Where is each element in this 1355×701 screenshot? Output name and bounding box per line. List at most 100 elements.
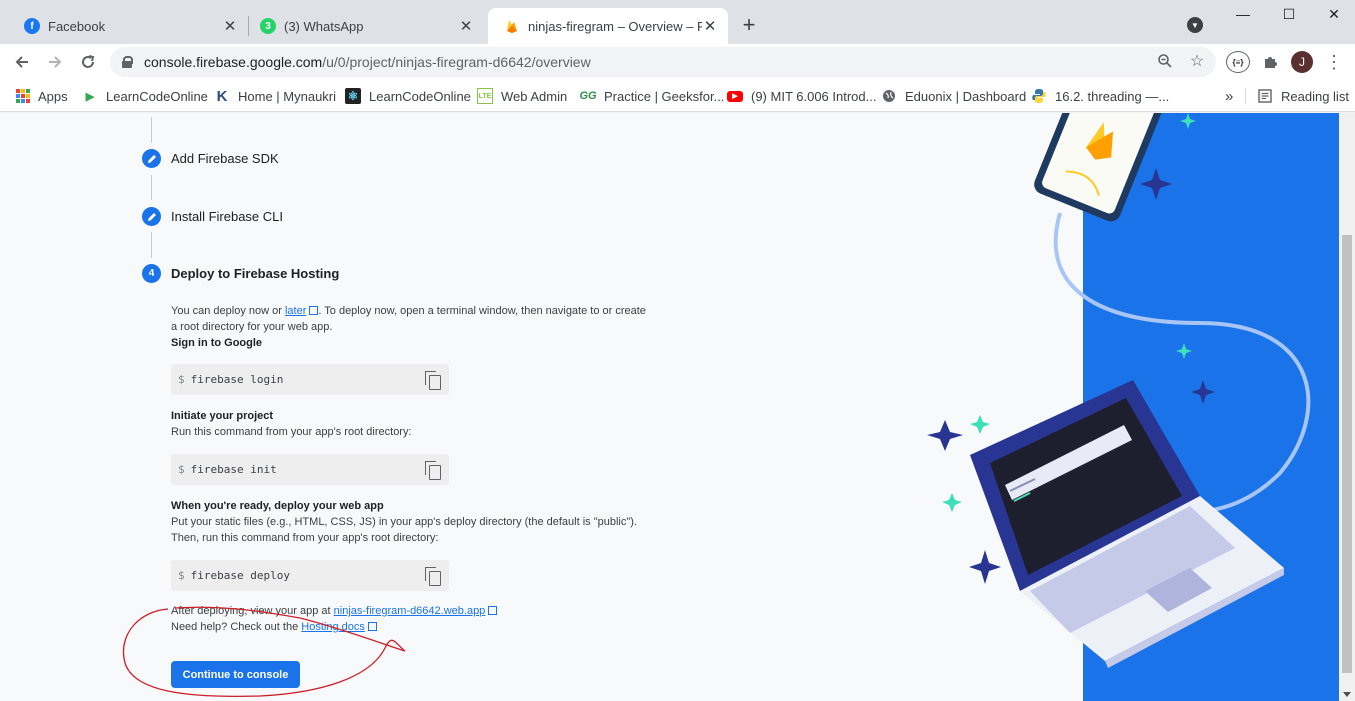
ready-heading: When you're ready, deploy your web app (171, 498, 651, 514)
bookmark-apps[interactable]: Apps (16, 86, 68, 106)
command-text[interactable]: firebase init (191, 463, 277, 476)
forward-arrow-icon[interactable] (43, 50, 67, 74)
youtube-icon: ▶ (727, 90, 743, 102)
close-icon[interactable]: ✕ (702, 18, 718, 35)
command-box-init: $ firebase init (171, 454, 449, 485)
address-bar[interactable]: console.firebase.google.com/u/0/project/… (110, 47, 1216, 77)
avatar[interactable]: J (1291, 51, 1313, 73)
bookmark-threading[interactable]: 16.2. threading —... (1031, 86, 1169, 106)
reading-list-icon (1257, 88, 1273, 104)
reload-icon[interactable] (76, 50, 100, 74)
play-icon: ▶ (85, 90, 95, 103)
zoom-icon[interactable] (1156, 53, 1174, 71)
browser-toolbar: console.firebase.google.com/u/0/project/… (0, 44, 1355, 80)
star-bookmark-icon[interactable]: ☆ (1188, 53, 1206, 71)
globe-icon (881, 88, 897, 104)
lock-icon[interactable] (122, 56, 133, 68)
url-host: console.firebase.google.com (144, 54, 323, 70)
bookmarks-bar: Apps ▶ LearnCodeOnline K Home | Mynaukri… (0, 80, 1355, 112)
external-link-icon[interactable] (309, 306, 319, 315)
close-icon[interactable]: ✕ (222, 18, 238, 35)
bookmark-mit-6006[interactable]: ▶ (9) MIT 6.006 Introd... (727, 86, 876, 106)
shell-prompt: $ (178, 463, 185, 476)
init-text: Run this command from your app's root di… (171, 426, 412, 438)
react-icon: ⚛ (345, 88, 361, 104)
scroll-down-arrow-icon[interactable] (1343, 692, 1351, 697)
extensions-puzzle-icon[interactable] (1258, 50, 1282, 74)
tab-facebook[interactable]: f Facebook ✕ (8, 8, 248, 44)
stepper-line (151, 232, 152, 258)
url-path: /u/0/project/ninjas-firegram-d6642/overv… (322, 54, 591, 70)
bookmark-label: Home | Mynaukri (238, 88, 337, 104)
external-link-icon[interactable] (488, 606, 498, 615)
tab-title: ninjas-firegram – Overview – Fire (528, 18, 702, 34)
external-link-icon[interactable] (367, 622, 377, 631)
bookmarks-overflow-button[interactable]: » (1225, 86, 1233, 106)
facebook-icon: f (24, 18, 40, 34)
ready-heading-text: When you're ready, deploy your web app (171, 500, 384, 512)
help-text: Need help? Check out the Hosting docs (171, 619, 651, 635)
gfg-icon: GG (579, 90, 597, 102)
scrollbar-thumb[interactable] (1342, 235, 1352, 673)
init-heading-text: Initiate your project (171, 410, 274, 422)
bookmark-mynaukri[interactable]: K Home | Mynaukri (214, 86, 336, 106)
reading-list-button[interactable]: Reading list (1257, 86, 1349, 106)
bookmark-web-admin[interactable]: LTE Web Admin (477, 86, 567, 106)
command-text[interactable]: firebase login (191, 373, 284, 386)
tab-search-icon[interactable]: ▼ (1187, 17, 1203, 33)
tab-whatsapp[interactable]: 3 (3) WhatsApp ✕ (244, 8, 484, 44)
signin-heading: Sign in to Google (171, 335, 651, 351)
command-box-deploy: $ firebase deploy (171, 560, 449, 591)
bookmark-label: 16.2. threading —... (1055, 88, 1170, 104)
bookmark-learncodeonline-2[interactable]: ⚛ LearnCodeOnline (345, 86, 471, 106)
bookmark-learncodeonline[interactable]: ▶ LearnCodeOnline (82, 86, 208, 106)
menu-dots-icon[interactable]: ⋮ (1322, 50, 1346, 74)
later-link[interactable]: later (285, 305, 306, 317)
new-tab-button[interactable]: + (737, 14, 761, 38)
bookmarks-divider (1245, 88, 1246, 104)
shell-prompt: $ (178, 569, 185, 582)
command-text[interactable]: firebase deploy (191, 569, 290, 582)
page-content: Add Firebase SDK Install Firebase CLI 4 … (0, 113, 1355, 701)
bookmark-eduonix[interactable]: Eduonix | Dashboard (881, 86, 1026, 106)
continue-to-console-button[interactable]: Continue to console (171, 661, 300, 688)
app-url-link[interactable]: ninjas-firegram-d6642.web.app (334, 605, 486, 617)
bookmark-label: Eduonix | Dashboard (905, 88, 1027, 104)
hosting-docs-link[interactable]: Hosting docs (301, 621, 365, 633)
pencil-icon (142, 207, 161, 226)
tab-firebase[interactable]: ninjas-firegram – Overview – Fire ✕ (488, 8, 728, 44)
page-scrollbar[interactable] (1339, 113, 1355, 701)
window-close-icon[interactable]: ✕ (1324, 6, 1344, 26)
lte-icon: LTE (477, 88, 493, 104)
step-title-install-cli: Install Firebase CLI (171, 209, 283, 224)
minimize-icon[interactable]: — (1233, 6, 1253, 26)
bookmark-label: Practice | Geeksfor... (604, 88, 725, 104)
json-extension-icon[interactable]: {≡} (1226, 51, 1250, 73)
copy-icon[interactable] (425, 461, 441, 480)
signin-heading-text: Sign in to Google (171, 337, 263, 349)
step-title-add-sdk: Add Firebase SDK (171, 151, 279, 166)
copy-icon[interactable] (425, 371, 441, 390)
pencil-icon (142, 149, 161, 168)
apps-grid-icon (16, 89, 30, 103)
back-arrow-icon[interactable] (10, 50, 34, 74)
copy-icon[interactable] (425, 567, 441, 586)
python-icon (1031, 88, 1047, 104)
bookmark-label: LearnCodeOnline (106, 88, 208, 104)
shell-prompt: $ (178, 373, 185, 386)
command-box-login: $ firebase login (171, 364, 449, 395)
help-text-label: Need help? Check out the (171, 621, 302, 633)
stepper-line (151, 117, 152, 143)
bookmark-label: (9) MIT 6.006 Introd... (751, 88, 877, 104)
step-title-deploy: Deploy to Firebase Hosting (171, 266, 340, 281)
close-icon[interactable]: ✕ (458, 18, 474, 35)
tab-title: (3) WhatsApp (284, 18, 364, 34)
step-number-badge: 4 (142, 264, 161, 283)
maximize-icon[interactable]: ☐ (1279, 6, 1299, 26)
ready-text: Put your static files (e.g., HTML, CSS, … (171, 516, 637, 528)
stepper-line (151, 175, 152, 200)
firebase-icon (507, 20, 517, 33)
bookmark-geeksforgeeks[interactable]: GG Practice | Geeksfor... (579, 86, 725, 106)
tab-title: Facebook (48, 18, 106, 34)
intro-text: You can deploy now or (171, 305, 285, 317)
